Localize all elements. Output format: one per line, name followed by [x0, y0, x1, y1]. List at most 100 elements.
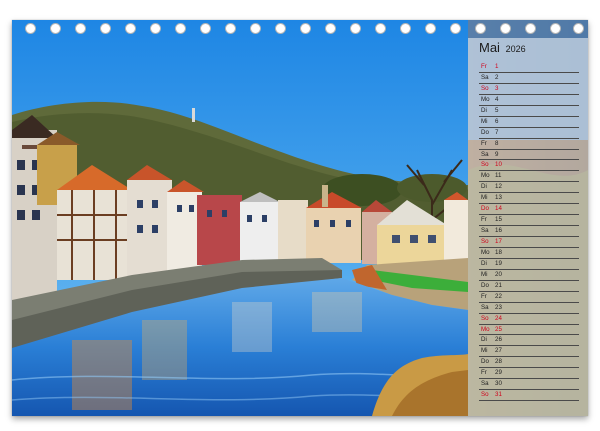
day-row: Sa 16: [479, 226, 579, 237]
day-row: Sa 30: [479, 379, 579, 391]
day-row: Mi 6: [479, 117, 579, 128]
weekday-label: Do: [481, 358, 489, 366]
binding-ring: [75, 23, 86, 34]
day-number: 12: [495, 183, 502, 191]
day-row: Di 12: [479, 182, 579, 194]
day-number: 27: [495, 347, 502, 355]
binding-ring: [573, 23, 584, 34]
day-row: Mo 11: [479, 171, 579, 183]
day-row: Di 5: [479, 106, 579, 117]
day-number: 21: [495, 281, 502, 289]
day-row: Mi 20: [479, 270, 579, 281]
binding-ring: [350, 23, 361, 34]
day-row: Do 21: [479, 281, 579, 292]
day-number: 16: [495, 227, 502, 235]
day-row: Do 7: [479, 128, 579, 139]
weekday-label: So: [481, 391, 489, 399]
day-row: So 3: [479, 84, 579, 95]
day-number: 9: [495, 150, 499, 158]
binding-ring: [450, 23, 461, 34]
day-row: So 10: [479, 160, 579, 172]
binding-ring: [250, 23, 261, 34]
binding-ring: [400, 23, 411, 34]
day-number: 6: [495, 117, 499, 125]
weekday-label: So: [481, 84, 489, 92]
weekday-label: Fr: [481, 216, 487, 224]
day-list: Fr 1 Sa 2 So 3 Mo 4 Di 5 Mi 6 Do 7 Fr 8 Sa 9 So 10 Mo 11 Di 12 M…: [479, 62, 579, 402]
binding-ring: [300, 23, 311, 34]
day-number: 14: [495, 205, 502, 213]
day-row: Fr 15: [479, 215, 579, 227]
weekday-label: Di: [481, 106, 487, 114]
weekday-label: Sa: [481, 303, 489, 311]
day-number: 31: [495, 391, 502, 399]
day-row: Mo 18: [479, 248, 579, 259]
day-number: 20: [495, 270, 502, 278]
binding-ring: [100, 23, 111, 34]
weekday-label: So: [481, 314, 489, 322]
weekday-label: So: [481, 238, 489, 245]
weekday-label: Mo: [481, 172, 490, 180]
weekday-label: Sa: [481, 150, 489, 158]
day-row: Di 19: [479, 259, 579, 270]
day-number: 4: [495, 95, 499, 103]
day-number: 26: [495, 336, 502, 344]
day-row: Fr 29: [479, 368, 579, 380]
day-row: Fr 22: [479, 292, 579, 303]
binding-ring: [425, 23, 436, 34]
day-row: Mi 27: [479, 346, 579, 358]
day-number: 22: [495, 292, 502, 300]
binding-ring: [150, 23, 161, 34]
day-row: Sa 23: [479, 303, 579, 314]
day-number: 15: [495, 216, 502, 224]
day-row: Sa 2: [479, 73, 579, 84]
day-row: Mi 13: [479, 193, 579, 205]
day-number: 18: [495, 248, 502, 256]
day-number: 30: [495, 380, 502, 388]
binding-ring: [175, 23, 186, 34]
day-row: Do 14: [479, 204, 579, 216]
day-row: Mo 4: [479, 95, 579, 106]
calendar-page: Mai 2026 Fr 1 Sa 2 So 3 Mo 4 Di 5 Mi 6 Do 7 Fr 8 Sa 9 So 10…: [12, 20, 588, 416]
weekday-label: Do: [481, 128, 489, 136]
weekday-label: Fr: [481, 292, 487, 300]
binding-ring: [25, 23, 36, 34]
day-row: So 24: [479, 314, 579, 325]
day-row: Mo 25: [479, 325, 579, 336]
weekday-label: Mo: [481, 248, 490, 256]
day-row: Do 28: [479, 357, 579, 369]
weekday-label: Mo: [481, 95, 490, 103]
day-number: 2: [495, 73, 499, 81]
weekday-label: Mi: [481, 117, 488, 125]
day-number: 7: [495, 128, 499, 136]
binding-ring: [375, 23, 386, 34]
day-number: 5: [495, 106, 499, 114]
weekday-label: Fr: [481, 139, 487, 147]
spiral-binding: [12, 23, 588, 37]
day-row: Fr 8: [479, 139, 579, 150]
weekday-label: Mi: [481, 347, 488, 355]
day-row: Sa 9: [479, 150, 579, 161]
weekday-label: Mi: [481, 194, 488, 202]
day-number: 8: [495, 139, 499, 147]
day-number: 23: [495, 303, 502, 311]
year-label: 2026: [505, 44, 526, 54]
binding-ring: [125, 23, 136, 34]
weekday-label: Do: [481, 205, 489, 213]
binding-ring: [525, 23, 536, 34]
binding-ring: [50, 23, 61, 34]
binding-ring: [550, 23, 561, 34]
day-number: 3: [495, 84, 499, 92]
binding-ring: [275, 23, 286, 34]
weekday-label: Di: [481, 183, 487, 191]
weekday-label: Fr: [481, 369, 487, 377]
binding-ring: [500, 23, 511, 34]
weekday-label: Sa: [481, 73, 489, 81]
weekday-label: Mi: [481, 270, 488, 278]
day-row: So 31: [479, 390, 579, 402]
weekday-label: Sa: [481, 380, 489, 388]
day-row: Di 26: [479, 335, 579, 347]
binding-ring: [225, 23, 236, 34]
weekday-label: Do: [481, 281, 489, 289]
day-number: 29: [495, 369, 502, 377]
